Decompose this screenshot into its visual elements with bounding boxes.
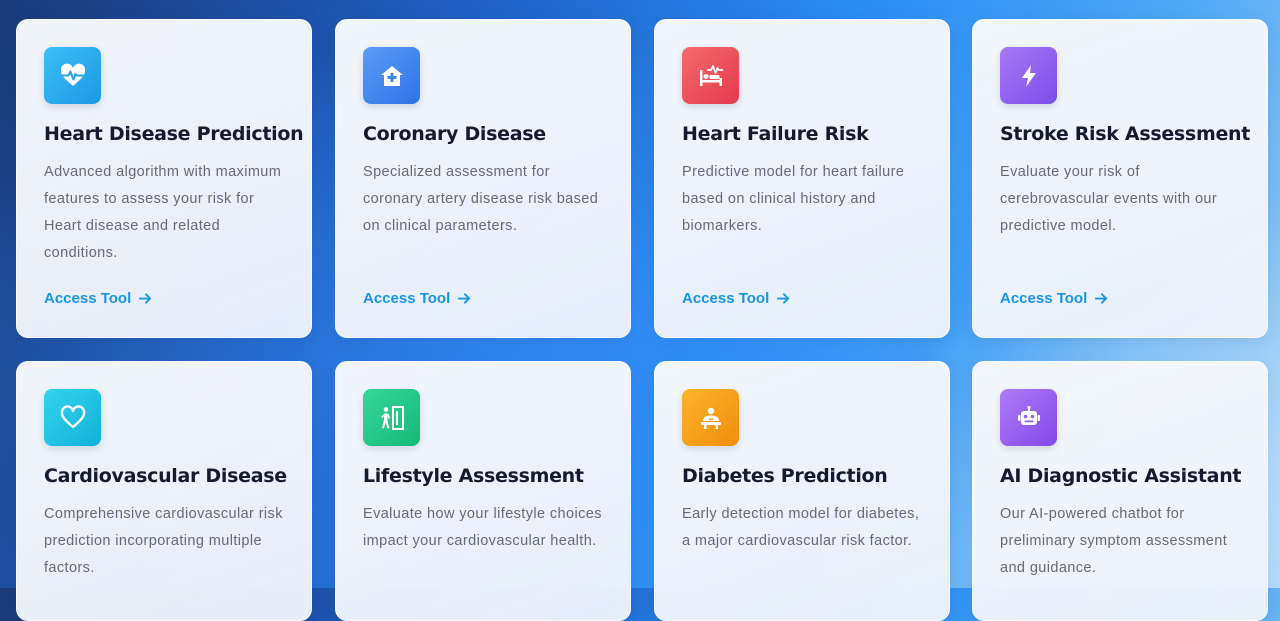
card-diabetes-prediction: Diabetes Prediction Early detection mode…	[654, 361, 950, 621]
card-description: Evaluate how your lifestyle choices impa…	[363, 506, 602, 549]
card-description: Predictive model for heart failure based…	[682, 164, 905, 234]
access-tool-label: Access Tool	[1000, 290, 1088, 307]
access-tool-label: Access Tool	[363, 290, 451, 307]
card-title: Lifestyle Assessment	[363, 465, 584, 487]
card-title: Heart Disease Prediction	[44, 123, 304, 145]
card-title: Cardiovascular Disease	[44, 465, 287, 487]
card-stroke-risk-assessment: Stroke Risk Assessment Evaluate your ris…	[972, 19, 1268, 338]
access-tool-link[interactable]: Access Tool	[682, 290, 791, 307]
card-heart-failure-risk: Heart Failure Risk Predictive model for …	[654, 19, 950, 338]
card-title: Stroke Risk Assessment	[1000, 123, 1251, 145]
access-tool-link[interactable]: Access Tool	[1000, 290, 1109, 307]
card-cardiovascular-disease: Cardiovascular Disease Comprehensive car…	[16, 361, 312, 621]
heartbeat-icon	[44, 47, 101, 104]
card-description: Our AI-powered chatbot for preliminary s…	[1000, 506, 1228, 576]
arrow-right-icon	[458, 293, 471, 304]
card-description: Evaluate your risk of cerebrovascular ev…	[1000, 164, 1218, 234]
person-walking-exit-icon	[363, 389, 420, 446]
access-tool-link[interactable]: Access Tool	[363, 290, 472, 307]
robot-icon	[1000, 389, 1057, 446]
card-lifestyle-assessment: Lifestyle Assessment Evaluate how your l…	[335, 361, 631, 621]
card-description: Advanced algorithm with maximum features…	[44, 164, 282, 261]
arrow-right-icon	[777, 293, 790, 304]
card-title: Diabetes Prediction	[682, 465, 888, 487]
card-title: Heart Failure Risk	[682, 123, 869, 145]
heart-outline-icon	[44, 389, 101, 446]
access-tool-label: Access Tool	[682, 290, 770, 307]
card-ai-diagnostic-assistant: AI Diagnostic Assistant Our AI-powered c…	[972, 361, 1268, 621]
card-description: Early detection model for diabetes, a ma…	[682, 506, 920, 549]
card-description: Comprehensive cardiovascular risk predic…	[44, 506, 283, 576]
arrow-right-icon	[139, 293, 152, 304]
hospital-bed-pulse-icon	[682, 47, 739, 104]
card-title: AI Diagnostic Assistant	[1000, 465, 1242, 487]
clinic-medical-icon	[363, 47, 420, 104]
arrow-right-icon	[1095, 293, 1108, 304]
access-tool-link[interactable]: Access Tool	[44, 290, 153, 307]
access-tool-label: Access Tool	[44, 290, 132, 307]
doctor-desk-icon	[682, 389, 739, 446]
card-heart-disease-prediction: Heart Disease Prediction Advanced algori…	[16, 19, 312, 338]
card-coronary-disease: Coronary Disease Specialized assessment …	[335, 19, 631, 338]
lightning-bolt-icon	[1000, 47, 1057, 104]
card-title: Coronary Disease	[363, 123, 546, 145]
card-description: Specialized assessment for coronary arte…	[363, 164, 599, 234]
